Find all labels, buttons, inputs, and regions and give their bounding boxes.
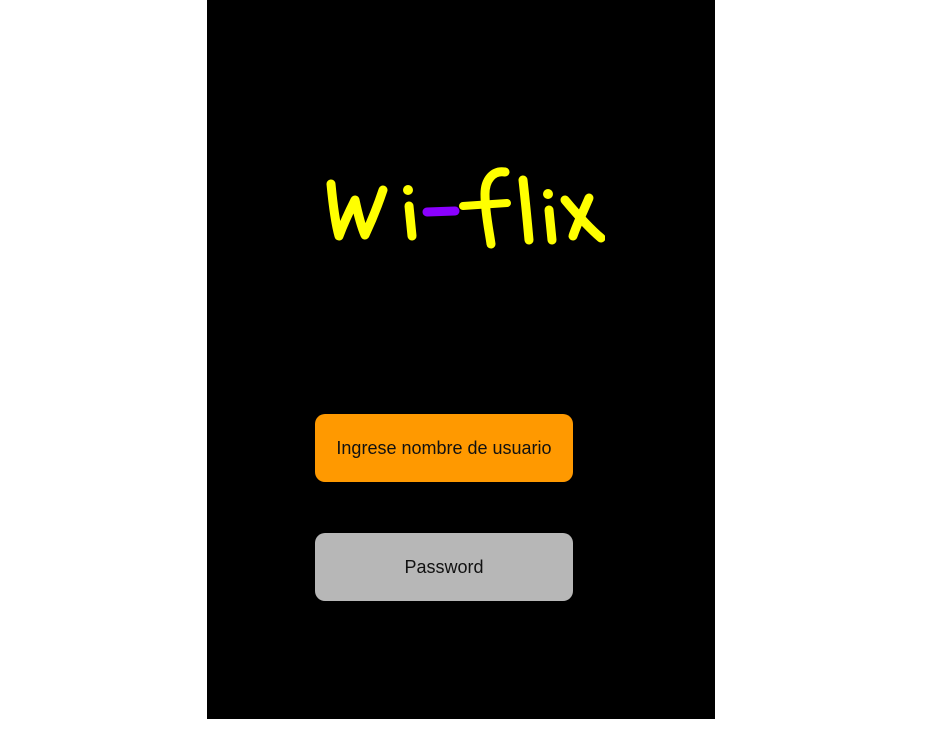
page: Ingrese nombre de usuario Password: [0, 0, 931, 738]
app-screen: Ingrese nombre de usuario Password: [207, 0, 715, 719]
username-input[interactable]: Ingrese nombre de usuario: [315, 414, 573, 482]
username-placeholder: Ingrese nombre de usuario: [336, 437, 552, 458]
password-placeholder: Password: [404, 556, 484, 577]
logo-graphic: [326, 167, 605, 249]
wi-flix-logo: [323, 160, 605, 260]
password-input[interactable]: Password: [315, 533, 573, 601]
